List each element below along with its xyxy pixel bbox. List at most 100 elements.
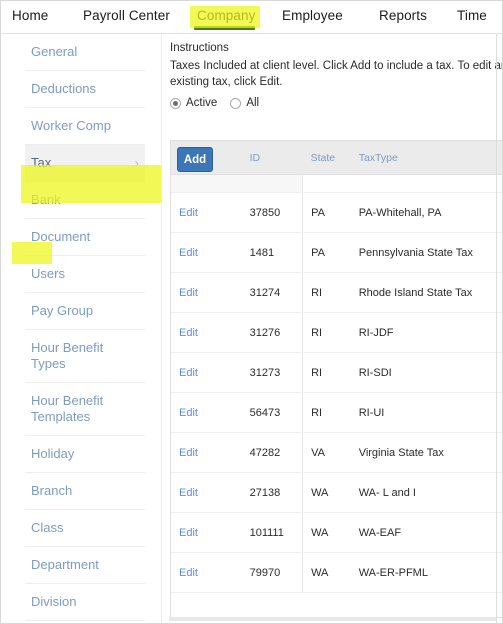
table-row[interactable]: Edit 31276 RI RI-JDF Employer [171, 312, 502, 353]
table-row[interactable]: Edit 27138 WA WA- L and I Employee [171, 472, 502, 513]
edit-link[interactable]: Edit [179, 487, 198, 499]
nav-item-employee[interactable]: Employee [282, 8, 343, 23]
state-cell: WA [302, 512, 351, 553]
edit-cell[interactable]: Edit [171, 232, 242, 273]
tax-table: ID State TaxType Payer [171, 141, 502, 593]
sidebar-item-label: Deductions [31, 81, 97, 96]
edit-link[interactable]: Edit [179, 287, 198, 299]
content-area: General Deductions Worker Comp Tax › Ban… [1, 34, 503, 623]
sidebar-item-label: Division [31, 594, 77, 609]
sidebar-item-label: Pay Group [31, 303, 94, 318]
edit-cell[interactable]: Edit [171, 192, 242, 233]
sidebar-item-label: Users [31, 266, 65, 281]
state-cell: RI [302, 272, 351, 313]
state-cell: RI [302, 352, 351, 393]
edit-link[interactable]: Edit [179, 407, 198, 419]
page-container: Home Payroll Center Company Employee Rep… [0, 0, 503, 624]
id-cell: 56473 [241, 392, 304, 433]
table-row[interactable]: Edit 37850 PA PA-Whitehall, PA Employee [171, 192, 502, 233]
column-header-state: State [302, 141, 351, 175]
sidebar-item-document[interactable]: Document [25, 219, 145, 256]
radio-active[interactable] [170, 97, 181, 109]
taxtype-cell: Rhode Island State Tax [350, 272, 502, 313]
taxtype-cell: Virginia State Tax [350, 432, 502, 473]
sidebar-item-deductions[interactable]: Deductions [25, 71, 145, 108]
edit-cell[interactable]: Edit [171, 272, 242, 313]
table-row[interactable]: Edit 79970 WA WA-ER-PFML Employer [171, 552, 502, 593]
edit-cell[interactable]: Edit [171, 512, 242, 553]
state-cell: WA [302, 472, 351, 513]
nav-item-company[interactable]: Company [197, 8, 255, 23]
edit-link[interactable]: Edit [179, 447, 198, 459]
taxtype-cell: RI-UI [350, 392, 502, 433]
state-cell: RI [302, 392, 351, 433]
table-row[interactable]: Edit 47282 VA Virginia State Tax Employe… [171, 432, 502, 473]
sidebar-item-label: Hour Benefit Templates [31, 393, 104, 424]
sidebar-item-label: Bank [31, 192, 61, 207]
sidebar-item-pay-group[interactable]: Pay Group [25, 293, 145, 330]
sidebar-item-branch[interactable]: Branch [25, 473, 145, 510]
radio-all[interactable] [230, 97, 242, 109]
id-cell: 47282 [241, 432, 304, 473]
state-cell: PA [302, 192, 351, 233]
edit-cell[interactable]: Edit [171, 352, 242, 393]
sidebar-item-department[interactable]: Department [25, 547, 145, 584]
edit-link[interactable]: Edit [179, 247, 198, 259]
add-button[interactable]: Add [177, 147, 213, 172]
active-tab-underline [194, 26, 255, 30]
taxtype-cell: WA-EAF [350, 512, 502, 553]
sidebar-item-holiday[interactable]: Holiday [25, 436, 145, 473]
sidebar-item-worker-comp[interactable]: Worker Comp [25, 108, 145, 145]
edit-cell[interactable]: Edit [171, 552, 242, 593]
status-filter-radio-group: Active All [170, 97, 497, 109]
edit-link[interactable]: Edit [179, 527, 198, 539]
sidebar-item-hour-benefit-templates[interactable]: Hour Benefit Templates [25, 383, 145, 436]
sidebar-item-users[interactable]: Users [25, 256, 145, 293]
nav-item-reports[interactable]: Reports [379, 8, 427, 23]
sidebar-item-bank[interactable]: Bank [25, 182, 145, 219]
grid-right-clip-edge [496, 34, 497, 623]
id-cell: 79970 [241, 552, 304, 593]
top-navigation-bar: Home Payroll Center Company Employee Rep… [1, 1, 502, 34]
id-cell: 37850 [241, 192, 304, 233]
nav-item-payroll-center[interactable]: Payroll Center [83, 8, 170, 23]
edit-cell[interactable]: Edit [171, 312, 242, 353]
sidebar-item-label: Tax [31, 155, 52, 170]
tax-table-container[interactable]: ID State TaxType Payer [170, 140, 502, 618]
grid-bottom-edge [169, 617, 496, 621]
sidebar-item-label: Document [31, 229, 91, 244]
instructions-text: Taxes Included at client level. Click Ad… [170, 60, 503, 88]
edit-cell[interactable]: Edit [171, 432, 242, 473]
edit-link[interactable]: Edit [179, 367, 198, 379]
table-row[interactable]: Edit 31274 RI Rhode Island State Tax Emp… [171, 272, 502, 313]
state-cell: RI [302, 312, 351, 353]
id-cell: 31276 [241, 312, 304, 353]
edit-link[interactable]: Edit [179, 327, 198, 339]
state-cell: WA [302, 552, 351, 593]
nav-item-home[interactable]: Home [12, 8, 48, 23]
table-body: Edit 37850 PA PA-Whitehall, PA Employee … [171, 174, 502, 593]
column-header-id: ID [241, 141, 303, 175]
table-row[interactable]: Edit 101111 WA WA-EAF Employer [171, 512, 502, 553]
sidebar-item-label: Class [31, 520, 64, 535]
nav-item-time[interactable]: Time [457, 8, 487, 23]
id-cell: 101111 [241, 512, 304, 553]
sidebar-item-division[interactable]: Division [25, 584, 145, 621]
table-row[interactable]: Edit 1481 PA Pennsylvania State Tax Empl… [171, 232, 502, 273]
sidebar-item-label: Holiday [31, 446, 75, 461]
edit-link[interactable]: Edit [179, 207, 198, 219]
sidebar-item-class[interactable]: Class [25, 510, 145, 547]
sidebar-item-tax[interactable]: Tax › [25, 145, 145, 182]
edit-cell[interactable]: Edit [171, 472, 242, 513]
sidebar-item-label: Worker Comp [31, 118, 111, 133]
instructions-block: Instructions Taxes Included at client le… [162, 34, 503, 109]
table-row[interactable]: Edit 56473 RI RI-UI Employer [171, 392, 502, 433]
sidebar-item-hour-benefit-types[interactable]: Hour Benefit Types [25, 330, 145, 383]
id-cell: 27138 [241, 472, 304, 513]
table-row[interactable]: Edit 31273 RI RI-SDI Employee [171, 352, 502, 393]
edit-link[interactable]: Edit [179, 567, 198, 579]
radio-all-label: All [246, 97, 260, 109]
sidebar-item-general[interactable]: General [25, 34, 145, 71]
edit-cell[interactable]: Edit [171, 392, 242, 433]
company-sidebar: General Deductions Worker Comp Tax › Ban… [1, 34, 161, 623]
